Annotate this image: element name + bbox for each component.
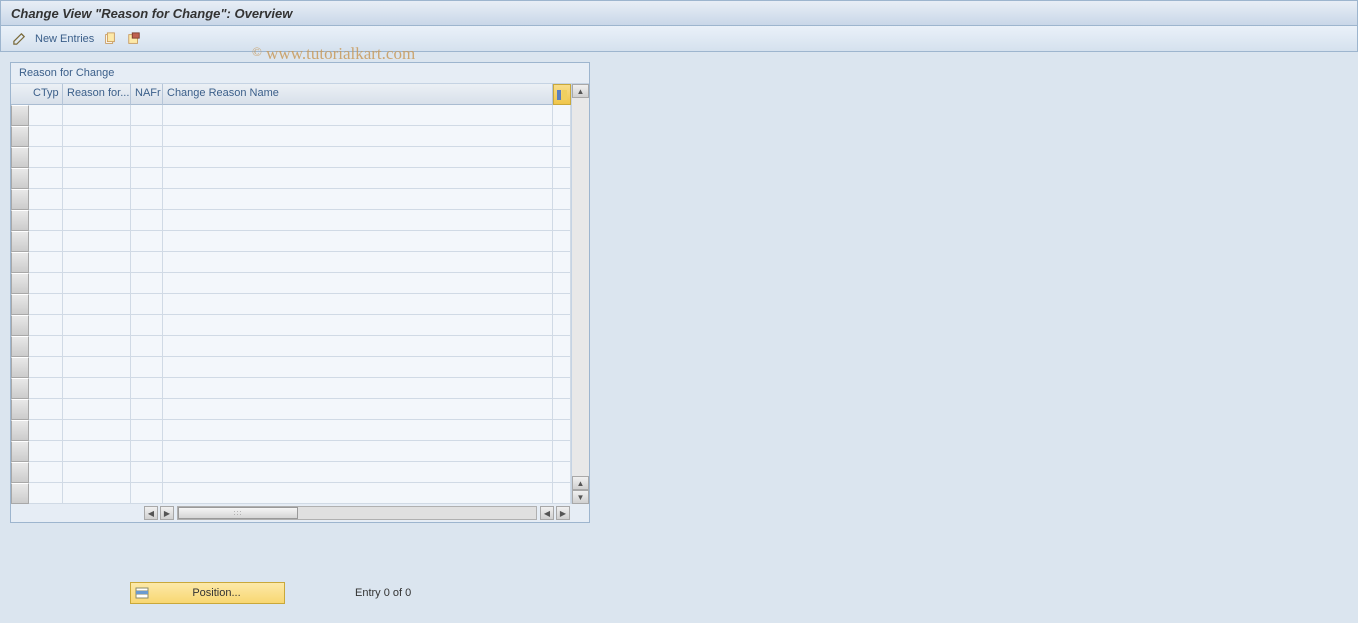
column-header-nafr[interactable]: NAFr [131,84,163,105]
row-selector[interactable] [11,147,29,168]
table-row[interactable] [29,273,571,294]
row-selector[interactable] [11,399,29,420]
footer: Position... Entry 0 of 0 [130,582,411,604]
title-bar: Change View "Reason for Change": Overvie… [0,0,1358,26]
scroll-right-icon[interactable]: ▶ [160,506,174,520]
column-header-ctyp[interactable]: CTyp [29,84,63,105]
scroll-right-icon[interactable]: ▶ [556,506,570,520]
table-row[interactable] [29,315,571,336]
row-selector[interactable] [11,189,29,210]
table-row[interactable] [29,420,571,441]
table-panel: Reason for Change [10,62,590,523]
change-mode-icon[interactable] [11,31,27,47]
table-row[interactable] [29,168,571,189]
position-button-label: Position... [153,587,280,599]
row-selector[interactable] [11,168,29,189]
panel-title: Reason for Change [11,63,589,84]
row-selector[interactable] [11,252,29,273]
header-row: CTyp Reason for... NAFr Change Reason Na… [29,84,571,105]
row-selector[interactable] [11,273,29,294]
content-area: Reason for Change [0,52,1358,523]
scroll-left-icon[interactable]: ◀ [144,506,158,520]
new-entries-button[interactable]: New Entries [35,33,94,45]
row-selector[interactable] [11,126,29,147]
table-row[interactable] [29,147,571,168]
copy-icon[interactable] [102,31,118,47]
table-row[interactable] [29,441,571,462]
table-row[interactable] [29,483,571,504]
delimit-icon[interactable] [126,31,142,47]
table-row[interactable] [29,126,571,147]
table-wrap: CTyp Reason for... NAFr Change Reason Na… [11,84,589,522]
table-row[interactable] [29,336,571,357]
table-row[interactable] [29,462,571,483]
column-settings-button[interactable] [553,84,571,105]
row-selector[interactable] [11,105,29,126]
row-selector[interactable] [11,357,29,378]
table-row[interactable] [29,210,571,231]
table-row[interactable] [29,357,571,378]
scroll-up-icon[interactable]: ▲ [572,84,589,98]
table-row[interactable] [29,378,571,399]
entry-status: Entry 0 of 0 [355,587,411,599]
table-row[interactable] [29,252,571,273]
column-header-change-reason-name[interactable]: Change Reason Name [163,84,553,105]
row-selector[interactable] [11,294,29,315]
row-selector[interactable] [11,231,29,252]
scroll-thumb[interactable]: ::: [178,507,298,519]
row-selector[interactable] [11,420,29,441]
scroll-down-icon[interactable]: ▼ [572,490,589,504]
row-selector[interactable] [11,336,29,357]
row-selector[interactable] [11,315,29,336]
row-selector[interactable] [11,483,29,504]
table-row[interactable] [29,189,571,210]
scroll-left-icon[interactable]: ◀ [540,506,554,520]
scroll-track[interactable]: ::: [177,506,537,520]
scroll-up-icon[interactable]: ▲ [572,476,589,490]
position-icon [135,586,149,600]
row-selector[interactable] [11,441,29,462]
columns-area: CTyp Reason for... NAFr Change Reason Na… [29,84,571,504]
row-selector-column [11,84,29,504]
row-selector[interactable] [11,462,29,483]
position-button[interactable]: Position... [130,582,285,604]
vertical-scrollbar[interactable]: ▲ ▲ ▼ [571,84,589,504]
table-row[interactable] [29,399,571,420]
table-row[interactable] [29,294,571,315]
row-selector[interactable] [11,210,29,231]
table-row[interactable] [29,105,571,126]
column-header-reason-for[interactable]: Reason for... [63,84,131,105]
horizontal-scrollbar: ◀ ▶ ::: ◀ ▶ [11,504,589,522]
page-title: Change View "Reason for Change": Overvie… [11,6,292,21]
toolbar: New Entries [0,26,1358,52]
row-selector[interactable] [11,378,29,399]
table-row[interactable] [29,231,571,252]
